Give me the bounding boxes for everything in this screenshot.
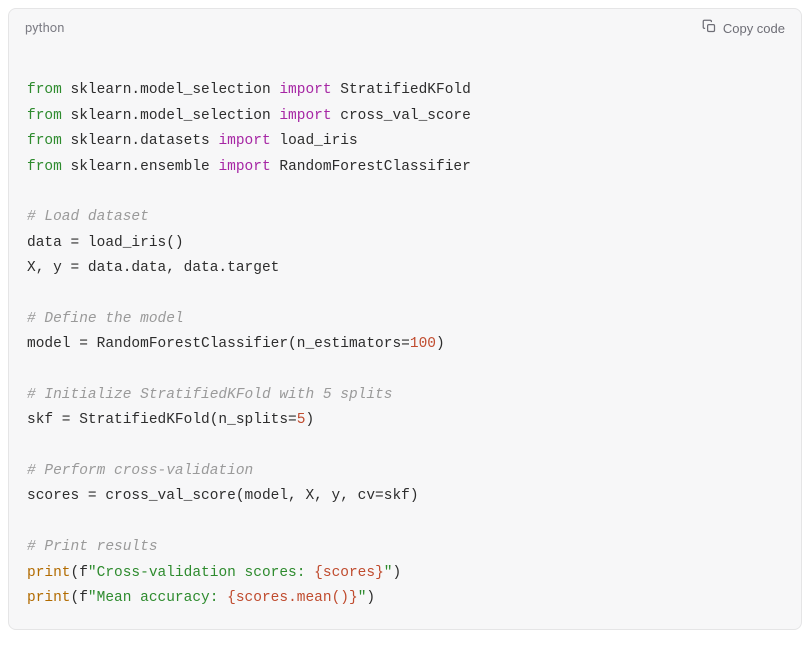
code-line: model = RandomForestClassifier(n_estimat… [27,332,783,357]
code-line: from sklearn.datasets import load_iris [27,129,783,154]
code-line: # Perform cross-validation [27,459,783,484]
language-label: python [25,21,64,36]
code-line: data = load_iris() [27,231,783,256]
code-line: # Load dataset [27,205,783,230]
code-line: from sklearn.model_selection import cros… [27,104,783,129]
code-line [27,434,783,459]
code-line [27,53,783,78]
copy-icon [702,19,717,37]
code-content[interactable]: from sklearn.model_selection import Stra… [9,45,801,629]
code-line: print(f"Cross-validation scores: {scores… [27,561,783,586]
code-line: from sklearn.model_selection import Stra… [27,78,783,103]
code-line: from sklearn.ensemble import RandomFores… [27,155,783,180]
code-line: skf = StratifiedKFold(n_splits=5) [27,408,783,433]
code-line: X, y = data.data, data.target [27,256,783,281]
copy-code-button[interactable]: Copy code [702,19,785,37]
code-line: # Print results [27,535,783,560]
code-line [27,358,783,383]
code-line: scores = cross_val_score(model, X, y, cv… [27,484,783,509]
code-header: python Copy code [9,9,801,45]
code-block: python Copy code from sklearn.model_sele… [8,8,802,630]
code-line [27,180,783,205]
code-line: # Define the model [27,307,783,332]
copy-label: Copy code [723,21,785,36]
code-line [27,510,783,535]
code-line: print(f"Mean accuracy: {scores.mean()}") [27,586,783,611]
code-line [27,281,783,306]
code-line: # Initialize StratifiedKFold with 5 spli… [27,383,783,408]
